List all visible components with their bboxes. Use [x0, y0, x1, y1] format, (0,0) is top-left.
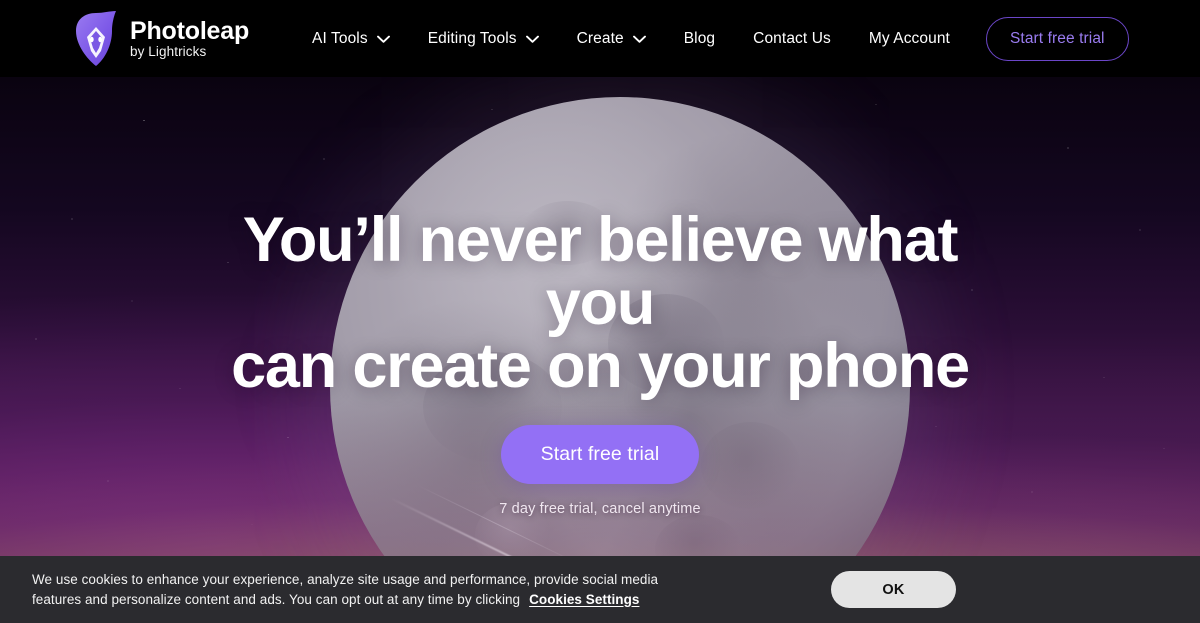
nav-item-blog[interactable]: Blog [665, 19, 734, 59]
header-start-free-trial-button[interactable]: Start free trial [985, 16, 1129, 61]
chevron-down-icon [632, 35, 646, 43]
nav-item-label: My Account [868, 29, 950, 47]
chevron-down-icon [525, 35, 539, 43]
nav-item-label: AI Tools [312, 29, 368, 47]
brand-wordmark: Photoleap by Lightricks [130, 18, 249, 60]
fox-leaf-logo-icon [72, 10, 120, 67]
brand-logo-link[interactable]: Photoleap by Lightricks [72, 10, 249, 67]
hero-headline: You’ll never believe what you can create… [190, 209, 1010, 398]
header-cta-label: Start free trial [1009, 29, 1105, 47]
hero-headline-line-1: You’ll never believe what you [242, 205, 959, 338]
nav-item-my-account[interactable]: My Account [850, 19, 969, 59]
cookie-banner-text: We use cookies to enhance your experienc… [32, 570, 672, 609]
nav-item-create[interactable]: Create [558, 19, 665, 59]
hero-start-free-trial-button[interactable]: Start free trial [500, 425, 700, 484]
nav-item-label: Contact Us [753, 29, 831, 47]
hero-cta-subtext: 7 day free trial, cancel anytime [499, 501, 701, 517]
nav-item-editing-tools[interactable]: Editing Tools [409, 19, 558, 59]
nav-item-ai-tools[interactable]: AI Tools [293, 19, 409, 59]
cookies-settings-link[interactable]: Cookies Settings [529, 592, 639, 607]
main-navigation: AI Tools Editing Tools Create Blog Conta… [293, 16, 1129, 61]
nav-item-contact-us[interactable]: Contact Us [734, 19, 850, 59]
cookie-consent-banner: We use cookies to enhance your experienc… [0, 556, 1200, 623]
photoleap-landing-page: Photoleap by Lightricks AI Tools Editing… [0, 0, 1200, 623]
hero-content: You’ll never believe what you can create… [0, 77, 1200, 623]
nav-item-label: Editing Tools [427, 29, 517, 47]
brand-tagline: by Lightricks [130, 43, 207, 59]
hero-section: You’ll never believe what you can create… [0, 77, 1200, 623]
brand-name: Photoleap [130, 16, 250, 45]
chevron-down-icon [376, 35, 390, 43]
nav-item-label: Create [576, 29, 624, 47]
site-header: Photoleap by Lightricks AI Tools Editing… [0, 0, 1200, 77]
cookie-accept-ok-button[interactable]: OK [831, 571, 956, 608]
nav-item-label: Blog [683, 29, 716, 47]
hero-headline-line-2: can create on your phone [231, 331, 970, 401]
